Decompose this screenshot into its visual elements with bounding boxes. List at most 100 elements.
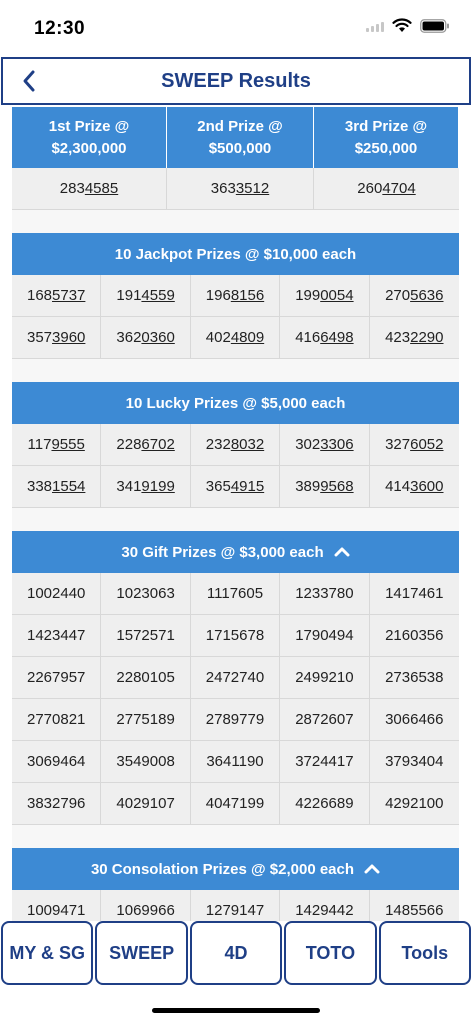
number-suffix: 3512 — [235, 180, 270, 197]
second-prize-header: 2nd Prize @ $500,000 — [167, 107, 314, 168]
winning-number: 4292100 — [369, 783, 459, 825]
number-prefix: 3066466 — [385, 711, 444, 728]
chevron-up-icon[interactable] — [334, 547, 350, 557]
number-prefix: 1002440 — [26, 585, 86, 602]
number-prefix: 4292100 — [385, 795, 444, 812]
winning-number: 338 1554 — [12, 466, 102, 508]
number-suffix: 9199 — [141, 478, 175, 495]
winning-number: 402 4809 — [190, 317, 281, 359]
number-prefix: 4029107 — [116, 795, 175, 812]
number-grid: 168 5737 191 4559 196 8156 199 0054 270 5636 357 39… — [12, 275, 459, 359]
tab-my-sg[interactable]: MY & SG — [1, 921, 94, 985]
winning-number: 1423447 — [12, 615, 102, 657]
number-suffix: 5636 — [410, 287, 444, 304]
number-suffix: 4585 — [84, 180, 119, 197]
number-prefix: 2499210 — [295, 669, 354, 686]
winning-number: 1009471 — [12, 890, 102, 922]
number-prefix: 3724417 — [295, 753, 354, 770]
second-prize-number: 363 3512 — [167, 168, 314, 210]
winning-number: 4047199 — [190, 783, 281, 825]
winning-number: 2736538 — [369, 657, 459, 699]
number-suffix: 3960 — [52, 329, 86, 346]
prize-section: 30 Consolation Prizes @ $2,000 each 10094… — [12, 848, 459, 922]
number-prefix: 357 — [26, 329, 53, 346]
number-suffix: 8156 — [230, 287, 265, 304]
prize-section: 10 Lucky Prizes @ $5,000 each 117 9555 228 6… — [12, 382, 459, 508]
number-prefix: 2472740 — [205, 669, 265, 686]
winning-number: 270 5636 — [369, 275, 459, 317]
number-suffix: 1554 — [52, 478, 86, 495]
prize-section: 10 Jackpot Prizes @ $10,000 each 168 5737 1… — [12, 233, 459, 359]
number-prefix: 1009471 — [26, 902, 86, 919]
winning-number: 1069966 — [101, 890, 191, 922]
results-scroll-view[interactable]: 1st Prize @ $2,300,000 2nd Prize @ $500,00… — [12, 107, 459, 922]
number-suffix: 8032 — [230, 436, 265, 453]
tab-toto[interactable]: TOTO — [284, 921, 377, 985]
number-prefix: 4047199 — [205, 795, 265, 812]
number-prefix: 365 — [205, 478, 231, 495]
section-header[interactable]: 30 Gift Prizes @ $3,000 each — [12, 531, 459, 573]
winning-number: 196 8156 — [190, 275, 281, 317]
section-title: 10 Jackpot Prizes @ $10,000 each — [114, 245, 357, 263]
winning-number: 232 8032 — [190, 424, 281, 466]
third-prize-header: 3rd Prize @ $250,000 — [314, 107, 459, 168]
battery-icon — [420, 18, 450, 33]
winning-number: 365 4915 — [190, 466, 281, 508]
number-prefix: 2770821 — [26, 711, 86, 728]
winning-number: 3832796 — [12, 783, 102, 825]
winning-number: 1715678 — [190, 615, 281, 657]
third-prize-label: 3rd Prize @ — [344, 117, 428, 135]
winning-number: 389 9568 — [280, 466, 370, 508]
number-prefix: 1417461 — [385, 585, 444, 602]
number-prefix: 270 — [385, 287, 411, 304]
third-prize-number: 260 4704 — [314, 168, 459, 210]
first-prize-label: 1st Prize @ — [48, 117, 130, 135]
number-suffix: 6702 — [141, 436, 175, 453]
third-prize-amount: $250,000 — [354, 139, 418, 157]
number-suffix: 6052 — [410, 436, 444, 453]
winning-number: 341 9199 — [101, 466, 191, 508]
number-prefix: 1790494 — [295, 627, 354, 644]
number-prefix: 402 — [205, 329, 231, 346]
number-suffix: 2290 — [410, 329, 444, 346]
number-suffix: 4915 — [230, 478, 265, 495]
winning-number: 4029107 — [101, 783, 191, 825]
number-prefix: 191 — [116, 287, 142, 304]
status-bar: 12:30 — [0, 0, 472, 58]
winning-number: 2280105 — [101, 657, 191, 699]
winning-number: 117 9555 — [12, 424, 102, 466]
home-indicator — [152, 1008, 320, 1013]
winning-number: 2770821 — [12, 699, 102, 741]
number-prefix: 3793404 — [385, 753, 444, 770]
status-time: 12:30 — [34, 18, 86, 39]
number-prefix: 260 — [357, 180, 383, 197]
number-prefix: 416 — [295, 329, 321, 346]
second-prize-label: 2nd Prize @ — [197, 117, 283, 135]
number-prefix: 1117605 — [206, 585, 264, 602]
number-prefix: 363 — [210, 180, 236, 197]
chevron-up-icon[interactable] — [364, 864, 380, 874]
number-prefix: 1023063 — [116, 585, 175, 602]
winning-number: 362 0360 — [101, 317, 191, 359]
winning-number: 199 0054 — [280, 275, 370, 317]
section-title: 30 Gift Prizes @ $3,000 each — [121, 543, 324, 561]
tab-tools[interactable]: Tools — [378, 921, 472, 985]
number-prefix: 362 — [116, 329, 142, 346]
number-prefix: 196 — [205, 287, 231, 304]
winning-number: 357 3960 — [12, 317, 102, 359]
tab-4d[interactable]: 4D — [189, 921, 283, 985]
number-suffix: 0360 — [141, 329, 175, 346]
tab-sweep[interactable]: SWEEP — [95, 921, 188, 985]
number-prefix: 228 — [116, 436, 142, 453]
winning-number: 228 6702 — [101, 424, 191, 466]
winning-number: 2472740 — [190, 657, 281, 699]
winning-number: 3066466 — [369, 699, 459, 741]
winning-number: 1023063 — [101, 573, 191, 615]
section-header[interactable]: 30 Consolation Prizes @ $2,000 each — [12, 848, 459, 890]
cellular-signal-icon — [366, 20, 384, 32]
number-prefix: 168 — [26, 287, 53, 304]
number-suffix: 4704 — [382, 180, 416, 197]
winning-number: 4226689 — [280, 783, 370, 825]
winning-number: 168 5737 — [12, 275, 102, 317]
winning-number: 3069464 — [12, 741, 102, 783]
